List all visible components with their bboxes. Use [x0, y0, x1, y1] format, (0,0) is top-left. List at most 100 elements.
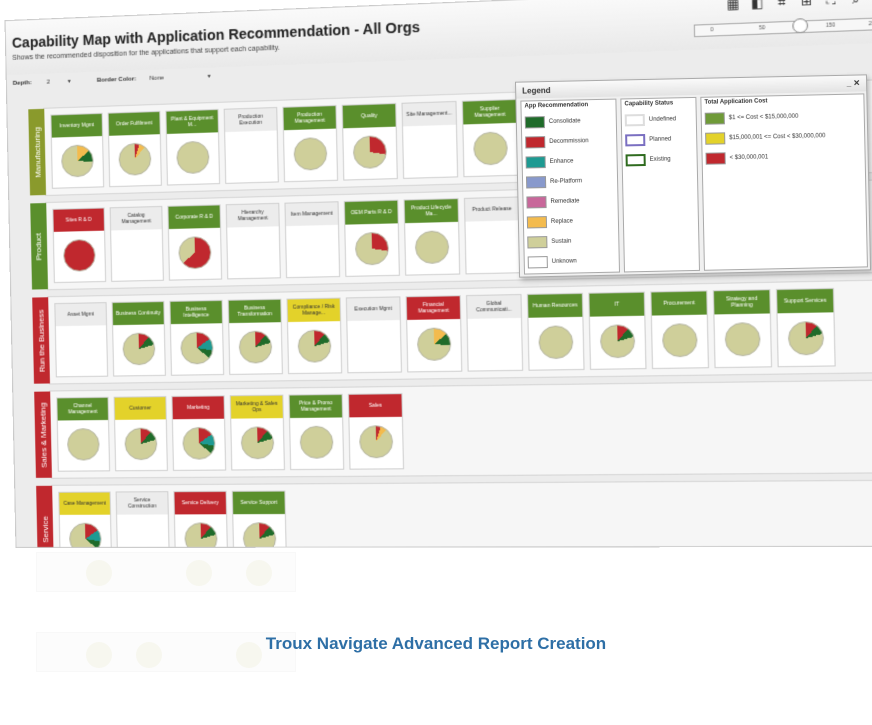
grid-icon[interactable]: ▦ [724, 0, 742, 13]
recommendation-pie[interactable] [240, 426, 275, 460]
capability-tile[interactable]: Plant & Equipment M... [165, 108, 221, 186]
capability-tile[interactable]: Inventory Mgmt [50, 112, 105, 189]
row-label: Service [36, 485, 54, 549]
capability-tile[interactable]: Human Resources [526, 292, 585, 371]
recommendation-pie[interactable] [180, 331, 214, 365]
capability-tile[interactable]: Business Continuity [111, 300, 166, 377]
capability-name: Human Resources [527, 293, 583, 318]
legend-swatch [705, 152, 726, 165]
recommendation-pie[interactable] [416, 327, 452, 361]
zoom-knob[interactable] [792, 18, 809, 34]
zoom-tick: 50 [758, 25, 766, 32]
capability-tile[interactable]: Business Intelligence [169, 299, 225, 376]
recommendation-pie[interactable] [68, 522, 102, 549]
frame-icon[interactable]: ⌗ [773, 0, 791, 11]
capability-name: Business Intelligence [170, 300, 223, 325]
capability-tile[interactable]: Quality [341, 102, 398, 181]
capability-tile[interactable]: Financial Management [405, 295, 463, 373]
recommendation-pie[interactable] [299, 425, 334, 459]
capability-tile[interactable]: Compliance / Risk Manage... [286, 297, 343, 375]
recommendation-pie[interactable] [599, 324, 636, 359]
recommendation-pie[interactable] [124, 427, 158, 461]
recommendation-pie[interactable] [182, 426, 216, 460]
capability-name: Site Management... [402, 101, 456, 127]
fullscreen-icon[interactable]: ⛶ [822, 0, 840, 9]
capability-tile[interactable]: Customer [113, 396, 168, 472]
recommendation-pie[interactable] [178, 236, 212, 270]
capability-name: Supplier Management [462, 99, 517, 125]
capability-tile[interactable]: Item Management [284, 201, 341, 279]
capability-tile[interactable]: Order Fulfilment [107, 110, 162, 188]
recommendation-pie[interactable] [787, 320, 825, 356]
expand-icon[interactable]: ⊞ [797, 0, 815, 10]
recommendation-pie[interactable] [538, 325, 574, 360]
recommendation-pie[interactable] [352, 135, 388, 170]
recommendation-pie[interactable] [414, 230, 450, 265]
capability-tile[interactable]: Site Management... [401, 100, 459, 179]
row-label: Sales & Marketing [34, 391, 52, 478]
recommendation-pie[interactable] [184, 522, 218, 549]
capability-tile[interactable]: Corporate R & D [167, 204, 223, 281]
window-icon[interactable]: ◧ [748, 0, 766, 12]
recommendation-pie[interactable] [238, 330, 273, 364]
recommendation-pie[interactable] [473, 131, 508, 166]
capability-name: Procurement [651, 291, 707, 316]
legend-label: $1 <= Cost < $15,000,000 [728, 113, 799, 122]
recommendation-pie[interactable] [63, 238, 96, 272]
capability-tile[interactable]: Supplier Management [461, 98, 519, 178]
capability-tile[interactable]: Business Transformation [227, 298, 283, 375]
capability-tile[interactable]: Marketing [171, 395, 227, 471]
capability-tile[interactable]: Product Lifecycle Ma... [403, 198, 461, 276]
capability-tile[interactable]: Sales [347, 393, 405, 470]
recommendation-pie[interactable] [297, 329, 332, 363]
recommendation-pie[interactable] [293, 137, 328, 171]
recommendation-pie[interactable] [61, 144, 94, 178]
capability-tile[interactable]: OEM Parts R & D [343, 199, 400, 277]
capability-tile[interactable]: Execution Mgmt [345, 296, 402, 374]
recommendation-pie[interactable] [118, 142, 152, 176]
recommendation-pie[interactable] [354, 231, 390, 266]
capability-tile[interactable]: Price & Promo Management [288, 393, 345, 471]
legend-label: Replace [550, 218, 574, 225]
capability-tile[interactable]: Marketing & Sales Ops [229, 394, 285, 471]
recommendation-pie[interactable] [242, 522, 277, 549]
recommendation-pie[interactable] [358, 425, 394, 459]
depth-select[interactable]: 2 [47, 80, 50, 86]
legend-item: Sustain [527, 231, 615, 253]
recommendation-pie[interactable] [66, 428, 100, 461]
legend-item: Consolidate [524, 111, 613, 133]
recommendation-pie[interactable] [122, 332, 156, 366]
capability-name: Execution Mgmt [346, 297, 400, 321]
legend-swatch [525, 156, 546, 169]
capability-tile[interactable]: Case Management [58, 491, 113, 549]
capability-tile[interactable]: Support Services [775, 287, 836, 368]
search-icon[interactable]: ⌕ [846, 0, 864, 8]
chevron-down-icon[interactable]: ▼ [67, 79, 72, 85]
legend-swatch [526, 216, 548, 229]
recommendation-pie[interactable] [724, 322, 761, 357]
capability-tile[interactable]: Service Support [231, 490, 287, 549]
capability-tile[interactable]: Procurement [650, 290, 710, 370]
depth-label: Depth: [12, 80, 32, 87]
recommendation-pie[interactable] [661, 323, 698, 358]
capability-tile[interactable]: IT [588, 291, 647, 370]
capability-tile[interactable]: Product Release [463, 196, 522, 275]
recommendation-pie[interactable] [176, 140, 210, 175]
capability-tile[interactable]: Global Communicati... [465, 293, 524, 372]
border-color-select[interactable]: None [149, 75, 164, 82]
capability-tile[interactable]: Service Construction [115, 491, 170, 549]
capability-tile[interactable]: Channel Management [56, 396, 111, 472]
capability-tile[interactable]: Sites R & D [52, 207, 107, 284]
legend-controls[interactable]: _ ✕ [847, 78, 861, 87]
chevron-down-icon[interactable]: ▼ [206, 74, 211, 80]
capability-tile[interactable]: Strategy and Planning [712, 289, 773, 369]
capability-tile[interactable]: Service Delivery [173, 490, 229, 549]
capability-tile[interactable]: Asset Mgmt [54, 302, 109, 378]
capability-tile[interactable]: Hierarchy Management [225, 202, 281, 280]
capability-tile[interactable]: Production Management [282, 104, 339, 183]
footer-caption: Troux Navigate Advanced Report Creation [265, 634, 607, 653]
zoom-slider[interactable]: 0 50 150 200 [693, 16, 872, 38]
capability-tile[interactable]: Production Execution [223, 106, 279, 184]
capability-name: Production Management [283, 106, 336, 131]
capability-tile[interactable]: Catalog Management [109, 205, 164, 282]
